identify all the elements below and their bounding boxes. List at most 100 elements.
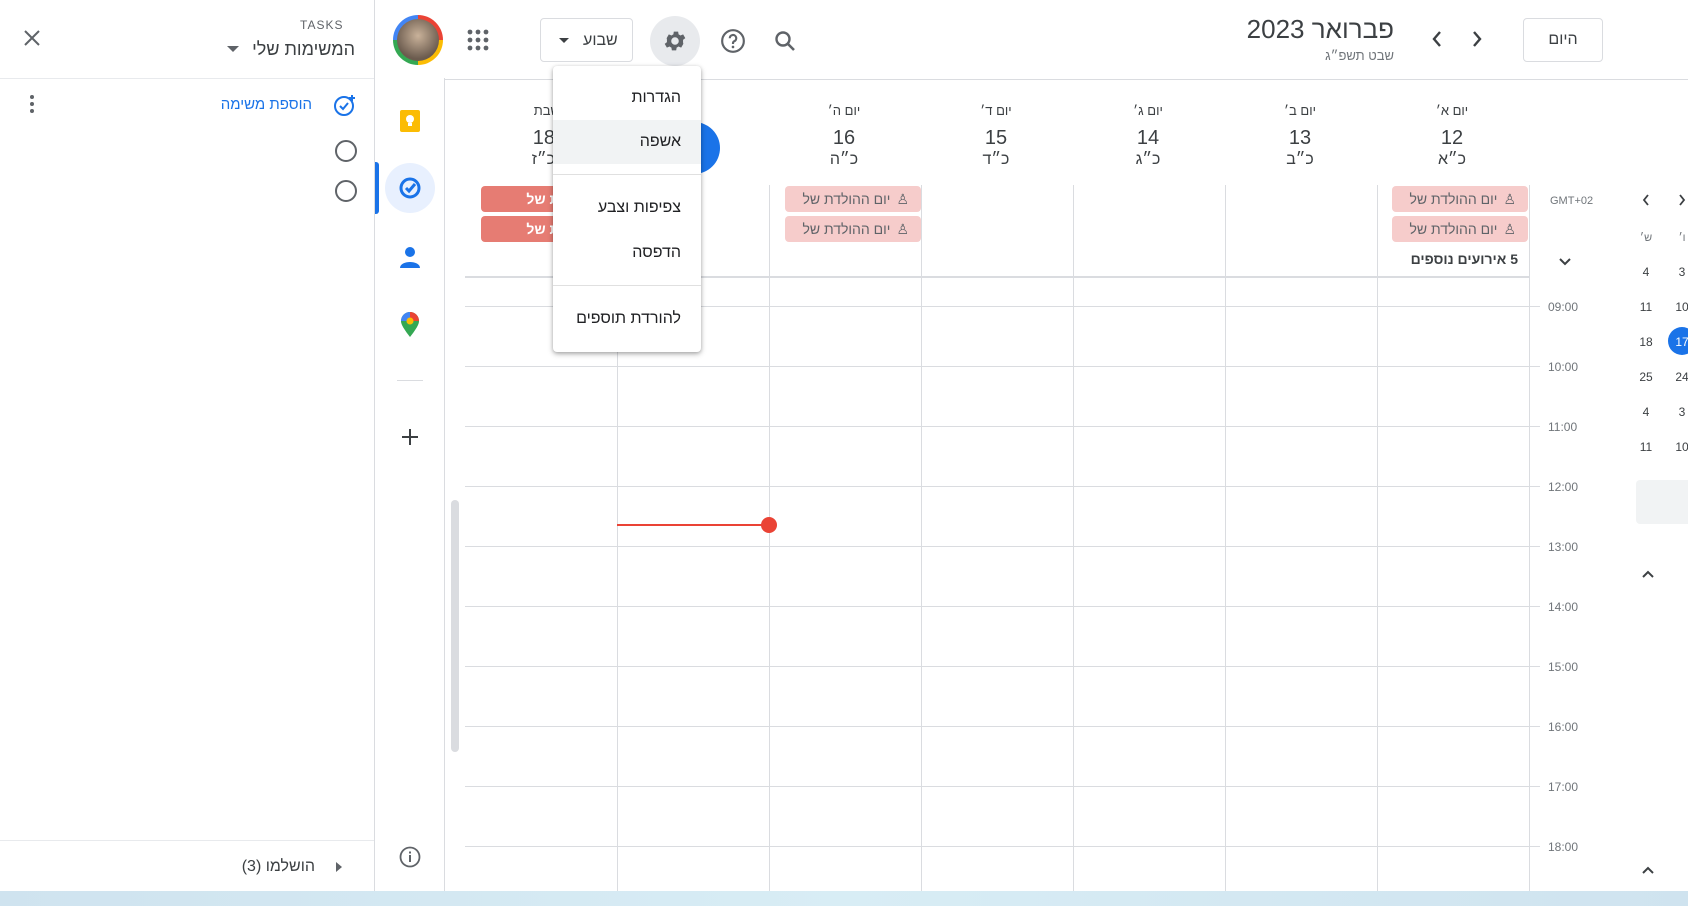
apps-grid-icon[interactable]: [462, 24, 494, 56]
day-name: יום ג׳: [1133, 103, 1163, 118]
next-arrow-icon[interactable]: [1462, 24, 1492, 54]
cake-icon: ♙: [1503, 220, 1516, 237]
menu-item-get-addons[interactable]: להורדת תוספים: [553, 297, 701, 341]
task-checkbox[interactable]: [335, 140, 357, 162]
today-button-label: היום: [1548, 31, 1578, 48]
task-checkbox[interactable]: [335, 180, 357, 202]
mini-date[interactable]: 11: [1634, 440, 1658, 454]
mini-weekday: ש׳: [1639, 232, 1653, 244]
task-list-selector[interactable]: המשימות שלי: [225, 38, 355, 62]
chevron-down-icon: [227, 46, 239, 52]
os-taskbar: [0, 891, 1688, 906]
chevron-down-icon: [559, 38, 569, 43]
menu-item-trash[interactable]: אשפה: [553, 120, 701, 164]
settings-gear-icon[interactable]: [650, 16, 700, 66]
current-time-line: [617, 524, 769, 526]
view-selector-label: שבוע: [583, 32, 618, 49]
hebrew-month-subtitle: שבט תשפ״ג: [1325, 48, 1394, 63]
hebrew-date: כ״ה: [829, 151, 859, 168]
hebrew-date: כ״ז: [531, 151, 555, 168]
divider: [0, 78, 374, 79]
mini-date[interactable]: 3: [1670, 405, 1688, 419]
cake-icon: ♙: [896, 220, 909, 237]
contacts-icon[interactable]: [393, 240, 427, 274]
mini-search-people-box[interactable]: [1636, 480, 1688, 524]
completed-label: הושלמו (3): [241, 858, 315, 875]
all-day-event[interactable]: ♙ יום ההולדת של: [1392, 186, 1528, 212]
mini-date[interactable]: 17: [1670, 335, 1688, 349]
mini-date[interactable]: 10: [1670, 440, 1688, 454]
collapse-up-icon[interactable]: [1636, 562, 1660, 586]
scrollbar[interactable]: [451, 500, 459, 752]
view-selector[interactable]: שבוע: [540, 18, 633, 62]
divider: [553, 174, 701, 175]
day-name: יום ב׳: [1284, 103, 1316, 118]
settings-menu: הגדרות אשפה צפיפות וצבע הדפסה להורדת תוס…: [553, 66, 701, 352]
chevron-right-icon: [336, 862, 342, 872]
account-avatar[interactable]: [393, 15, 443, 65]
month-title: פברואר 2023: [1246, 14, 1394, 44]
today-button[interactable]: היום: [1523, 18, 1603, 62]
add-task-label: הוספת משימה: [220, 96, 312, 113]
menu-item-settings[interactable]: הגדרות: [553, 76, 701, 120]
task-list-name: המשימות שלי: [252, 39, 355, 59]
hebrew-date: כ״ג: [1135, 151, 1161, 168]
hour-label: 14:00: [1548, 600, 1579, 614]
cake-icon: ♙: [1503, 190, 1516, 207]
mini-weekday: ו׳: [1678, 232, 1686, 244]
menu-item-print[interactable]: הדפסה: [553, 231, 701, 275]
day-number[interactable]: 13: [1225, 127, 1375, 150]
mini-date[interactable]: 25: [1634, 370, 1658, 384]
help-icon[interactable]: [716, 24, 750, 58]
event-title: יום ההולדת של: [1409, 221, 1498, 237]
hour-label: 12:00: [1548, 480, 1579, 494]
day-number[interactable]: 15: [921, 127, 1071, 150]
mini-prev-icon[interactable]: [1636, 190, 1656, 210]
tasks-app-label: TASKS: [300, 18, 344, 32]
active-indicator: [375, 162, 379, 214]
event-title: יום ההולדת של: [802, 221, 891, 237]
search-icon[interactable]: [768, 24, 802, 58]
all-day-event[interactable]: ♙ יום ההולדת של: [785, 216, 921, 242]
timezone-label: GMT+02: [1550, 195, 1594, 207]
add-task-button[interactable]: הוספת משימה: [200, 92, 360, 118]
hebrew-date: כ״ד: [982, 151, 1010, 168]
day-number[interactable]: 14: [1073, 127, 1223, 150]
keep-icon[interactable]: [393, 104, 427, 138]
divider: [0, 840, 374, 841]
day-number[interactable]: 16: [769, 127, 919, 150]
day-number[interactable]: 12: [1377, 127, 1527, 150]
close-icon[interactable]: [18, 24, 46, 52]
maps-icon[interactable]: [393, 308, 427, 342]
expand-all-day-icon[interactable]: [1553, 250, 1577, 274]
more-events-link[interactable]: 5 אירועים נוספים: [1380, 251, 1518, 267]
mini-date[interactable]: 11: [1634, 300, 1658, 314]
all-day-event[interactable]: ♙ יום ההולדת של: [785, 186, 921, 212]
mini-date[interactable]: 4: [1634, 265, 1658, 279]
hour-label: 18:00: [1548, 840, 1579, 854]
current-time-dot: [761, 517, 777, 533]
mini-date[interactable]: 24: [1670, 370, 1688, 384]
prev-arrow-icon[interactable]: [1422, 24, 1452, 54]
all-day-event[interactable]: ♙ יום ההולדת של: [1392, 216, 1528, 242]
hebrew-date: כ״ב: [1286, 151, 1314, 168]
add-icon[interactable]: [393, 420, 427, 454]
tasks-icon[interactable]: [385, 163, 435, 213]
completed-toggle[interactable]: הושלמו (3): [230, 856, 360, 878]
menu-item-density-color[interactable]: צפיפות וצבע: [553, 186, 701, 230]
mini-date[interactable]: 10: [1670, 300, 1688, 314]
mini-date[interactable]: 3: [1670, 265, 1688, 279]
more-vert-icon[interactable]: [22, 92, 42, 116]
info-icon[interactable]: [395, 842, 425, 872]
event-title: יום ההולדת של: [1409, 191, 1498, 207]
hour-label: 16:00: [1548, 720, 1579, 734]
event-title: יום ההולדת של: [802, 191, 891, 207]
side-panel-rail: [375, 78, 445, 891]
day-number[interactable]: 18: [510, 127, 555, 150]
mini-date[interactable]: 18: [1634, 335, 1658, 349]
cake-icon: ♙: [896, 190, 909, 207]
day-name: יום א׳: [1435, 103, 1469, 118]
mini-date[interactable]: 4: [1634, 405, 1658, 419]
mini-next-icon[interactable]: [1672, 190, 1688, 210]
collapse-up-icon[interactable]: [1636, 858, 1660, 882]
